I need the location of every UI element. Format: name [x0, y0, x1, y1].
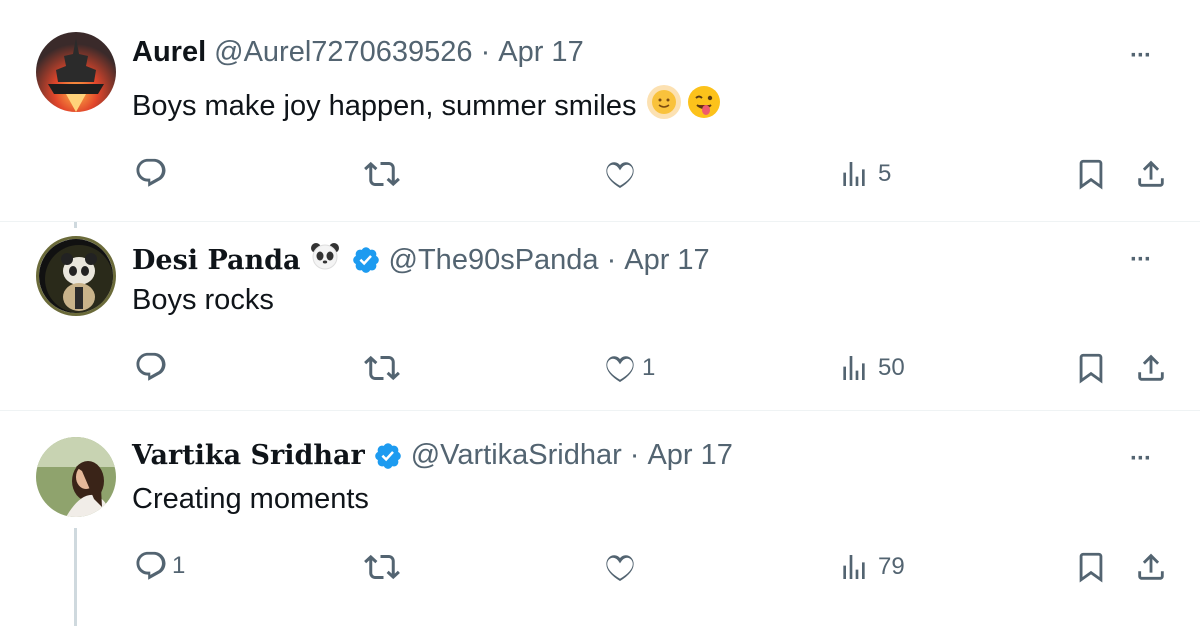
bookmark-button[interactable] [1074, 156, 1108, 192]
reply-button[interactable] [134, 350, 176, 384]
views-count: 79 [878, 553, 905, 580]
tweet-date[interactable]: Apr 17 [498, 36, 583, 69]
tweet-header: Vartika Sridhar @VartikaSridhar · Apr 17 [132, 439, 733, 472]
heart-icon [606, 555, 634, 582]
like-button[interactable]: 1 [602, 350, 655, 386]
like-button[interactable] [602, 156, 646, 192]
like-count: 1 [642, 354, 656, 381]
share-icon [1138, 354, 1164, 381]
winking-tongue-emoji [686, 84, 722, 128]
separator: · [606, 243, 617, 276]
like-button[interactable] [602, 549, 646, 585]
retweet-icon [364, 554, 400, 580]
views-count: 50 [878, 354, 905, 381]
tweet-body: Boys rocks [132, 284, 274, 316]
panda-face-emoji [309, 240, 341, 280]
tweet[interactable]: Aurel @Aurel7270639526 · Apr 17 ··· Boys… [0, 0, 1200, 220]
tweet-body: Boys make joy happen, summer smiles [132, 89, 637, 122]
views-button[interactable]: 5 [838, 158, 891, 190]
heart-icon [606, 356, 634, 383]
bookmark-icon [1079, 353, 1103, 384]
username[interactable]: @The90sPanda [389, 244, 599, 277]
reply-count: 1 [172, 552, 186, 579]
bookmark-button[interactable] [1074, 350, 1108, 386]
bookmark-button[interactable] [1074, 549, 1108, 585]
separator: · [480, 36, 491, 68]
username[interactable]: @Aurel7270639526 [214, 36, 472, 69]
share-button[interactable] [1134, 350, 1168, 386]
views-count: 5 [878, 160, 892, 187]
share-button[interactable] [1134, 549, 1168, 585]
tweet-date[interactable]: Apr 17 [624, 244, 709, 277]
retweet-button[interactable] [364, 156, 408, 192]
retweet-icon [364, 355, 400, 381]
tweet-date[interactable]: Apr 17 [647, 439, 732, 472]
retweet-button[interactable] [364, 350, 408, 386]
avatar[interactable] [36, 437, 116, 517]
reply-icon [136, 352, 166, 381]
views-button[interactable]: 50 [838, 352, 905, 384]
tweet-header: Aurel @Aurel7270639526 · Apr 17 [132, 36, 584, 69]
share-icon [1138, 160, 1164, 187]
display-name[interactable]: Aurel [132, 36, 206, 69]
heart-icon [606, 162, 634, 189]
views-icon [843, 356, 865, 380]
tweet[interactable]: Vartika Sridhar @VartikaSridhar · Apr 17… [0, 411, 1200, 628]
tweet-text: Creating moments [132, 483, 369, 516]
reply-icon [136, 158, 166, 187]
bookmark-icon [1079, 159, 1103, 190]
more-options-button[interactable]: ··· [1130, 42, 1152, 70]
tweet-text: Boys make joy happen, summer smiles [132, 84, 722, 128]
share-icon [1138, 553, 1164, 580]
views-button[interactable]: 79 [838, 551, 905, 583]
avatar[interactable] [36, 32, 116, 112]
reply-button[interactable]: 1 [134, 549, 185, 583]
username[interactable]: @VartikaSridhar [411, 439, 622, 472]
bookmark-icon [1079, 552, 1103, 583]
tweet-text: Boys rocks [132, 284, 274, 317]
verified-badge-icon[interactable] [351, 245, 381, 275]
retweet-icon [364, 161, 400, 187]
tweet[interactable]: Desi Panda @The90sPanda · Apr 17 ··· Boy… [0, 222, 1200, 410]
tweet-header: Desi Panda @The90sPanda · Apr 17 [132, 240, 710, 280]
display-name[interactable]: Desi Panda [132, 245, 301, 276]
views-icon [843, 162, 865, 186]
verified-badge-icon[interactable] [373, 441, 403, 471]
share-button[interactable] [1134, 156, 1168, 192]
views-icon [843, 555, 865, 579]
reply-icon [136, 551, 166, 580]
separator: · [629, 439, 640, 471]
more-options-button[interactable]: ··· [1130, 445, 1152, 473]
avatar[interactable] [36, 236, 116, 316]
tweet-body: Creating moments [132, 483, 369, 515]
reply-button[interactable] [134, 156, 176, 190]
retweet-button[interactable] [364, 549, 408, 585]
more-options-button[interactable]: ··· [1130, 246, 1152, 274]
display-name[interactable]: Vartika Sridhar [132, 440, 365, 471]
sun-emoji [646, 84, 682, 128]
